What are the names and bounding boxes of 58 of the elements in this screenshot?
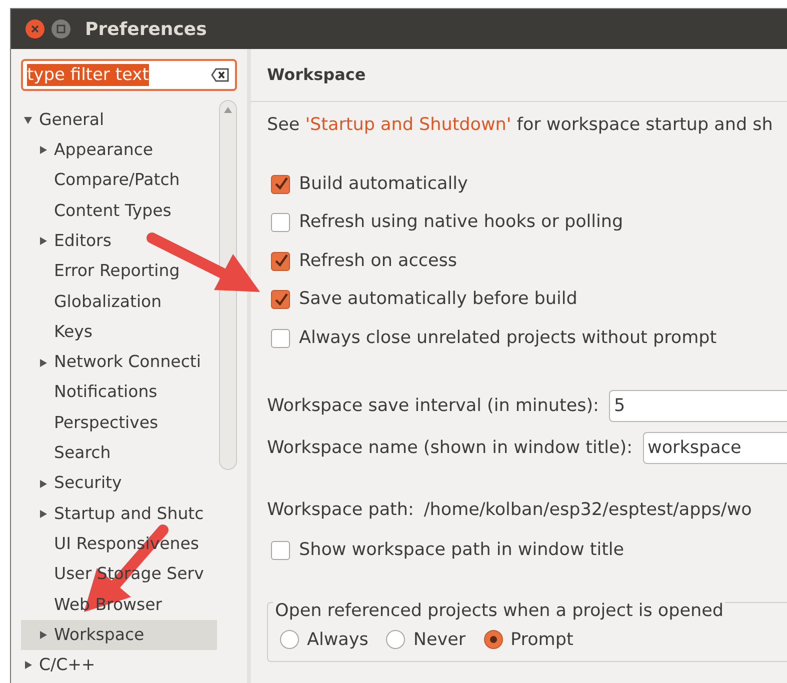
tree-item[interactable]: C/C++ [21,650,218,681]
checkbox[interactable] [271,213,290,232]
collapsed-triangle-icon[interactable] [38,236,48,246]
tree-item[interactable]: Appearance [21,135,218,166]
expanded-triangle-icon[interactable] [23,115,33,126]
path-label: Workspace path: [267,498,414,522]
checkbox[interactable] [271,328,290,348]
radio-label: Always [307,628,368,652]
tree-item[interactable]: Notifications [21,378,218,408]
tree-item[interactable]: Perspectives [21,408,218,438]
page-title: Workspace [251,49,787,102]
option-label: Always close unrelated projects without prompt [299,326,717,350]
text-field[interactable]: 5 [608,390,787,422]
tree-item[interactable]: Editors [21,226,218,256]
tree-item[interactable]: Startup and Shutc [21,498,218,530]
option-label: Refresh using native hooks or polling [299,211,624,234]
tree-item[interactable]: Globalization [21,286,218,318]
option-label: Save automatically before build [299,288,578,312]
checkbox[interactable] [271,174,290,194]
tree-item[interactable]: Keys [21,317,218,348]
text-field[interactable]: workspace [642,432,787,464]
filter-field[interactable]: type filter text [21,59,237,91]
tree-item[interactable]: Security [21,468,218,499]
scrollbar[interactable] [219,100,237,470]
tree-item[interactable]: Error Reporting [21,256,218,287]
group-legend: Open referenced projects when a project is opened [273,600,726,622]
collapsed-triangle-icon[interactable] [38,630,48,640]
option-label: Build automatically [299,172,468,196]
collapsed-triangle-icon[interactable] [23,660,33,670]
tree-item[interactable]: Search [21,438,218,469]
intro-text: See 'Startup and Shutdown' for workspace startup and sh [267,114,774,136]
tree-item[interactable]: General [21,105,218,136]
radio-button[interactable] [280,630,299,650]
radio-button[interactable] [484,630,503,650]
close-icon[interactable] [25,19,45,39]
maximize-icon[interactable] [51,19,71,39]
checkbox[interactable] [271,252,290,270]
tree-item[interactable]: Content Types [21,196,218,226]
radio-button[interactable] [386,630,406,650]
filter-text: type filter text [27,64,149,86]
option-label: Show workspace path in window title [299,538,624,562]
option-label: Refresh on access [299,250,457,273]
field-label: Workspace name (shown in window title): [267,436,633,460]
tree-item[interactable]: Workspace [21,620,218,650]
radio-label: Prompt [510,628,574,652]
collapsed-triangle-icon[interactable] [38,145,48,156]
collapsed-triangle-icon[interactable] [38,509,48,519]
path-value: /home/kolban/esp32/esptest/apps/wo [424,498,752,522]
tree-item[interactable]: Compare/Patch [21,166,218,196]
tree-item[interactable]: Network Connecti [21,347,218,378]
checkbox[interactable] [271,290,290,309]
field-label: Workspace save interval (in minutes): [267,394,599,418]
clear-icon[interactable] [211,68,229,82]
collapsed-triangle-icon[interactable] [38,358,48,368]
radio-label: Never [413,628,466,652]
window-title: Preferences [85,18,207,42]
collapsed-triangle-icon[interactable] [38,478,48,489]
checkbox[interactable] [271,540,290,560]
